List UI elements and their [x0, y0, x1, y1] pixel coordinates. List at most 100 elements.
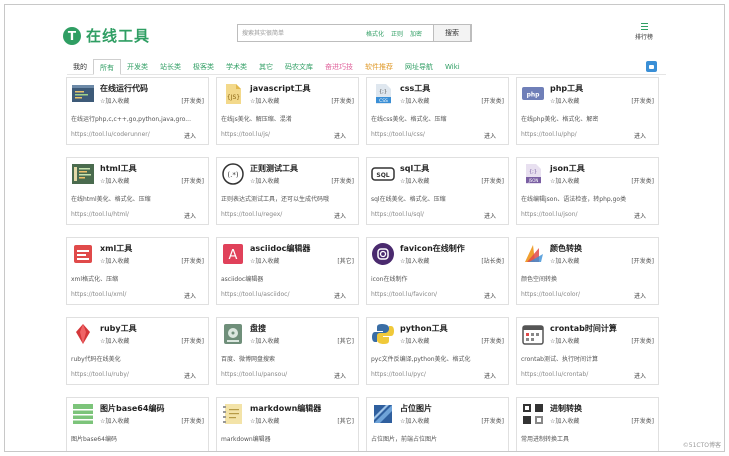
- add-favorite-link[interactable]: ☆加入收藏: [400, 96, 429, 105]
- enter-link[interactable]: 进入: [334, 291, 346, 300]
- tool-card[interactable]: 占位图片 ☆加入收藏 [开发类] 占位图片，前端占位图片: [366, 397, 509, 451]
- enter-link[interactable]: 进入: [184, 371, 196, 380]
- add-favorite-link[interactable]: ☆加入收藏: [250, 416, 279, 425]
- tool-title[interactable]: crontab时间计算: [550, 323, 617, 334]
- search-button[interactable]: 搜索: [433, 24, 471, 42]
- add-favorite-link[interactable]: ☆加入收藏: [100, 176, 129, 185]
- tab-0[interactable]: 我的: [67, 59, 93, 75]
- add-favorite-link[interactable]: ☆加入收藏: [400, 416, 429, 425]
- add-favorite-link[interactable]: ☆加入收藏: [550, 416, 579, 425]
- tab-6[interactable]: 其它: [253, 59, 279, 75]
- tool-title[interactable]: python工具: [400, 323, 448, 334]
- tool-card[interactable]: xml工具 ☆加入收藏 [开发类] xml格式化、压缩 https://tool.lu/…: [66, 237, 209, 305]
- tool-card[interactable]: Aasciidoc编辑器 ☆加入收藏 [其它] asciidoc编辑器 https://…: [216, 237, 359, 305]
- tool-card[interactable]: crontab时间计算 ☆加入收藏 [开发类] crontab测试、执行时间计算 htt…: [516, 317, 659, 385]
- chat-icon[interactable]: [646, 61, 657, 72]
- add-favorite-link[interactable]: ☆加入收藏: [400, 256, 429, 265]
- tool-card[interactable]: {;} JSON json工具 ☆加入收藏 [开发类] 在线编辑json、语法检查，转ph…: [516, 157, 659, 225]
- add-favorite-link[interactable]: ☆加入收藏: [250, 176, 279, 185]
- tool-category: [开发类]: [481, 338, 504, 345]
- add-favorite-link[interactable]: ☆加入收藏: [100, 96, 129, 105]
- tool-title[interactable]: 正则测试工具: [250, 163, 298, 174]
- tab-10[interactable]: 网址导航: [399, 59, 439, 75]
- tool-title[interactable]: markdown编辑器: [250, 403, 321, 414]
- tool-title[interactable]: ruby工具: [100, 323, 137, 334]
- add-favorite-link[interactable]: ☆加入收藏: [550, 176, 579, 185]
- enter-link[interactable]: 进入: [184, 291, 196, 300]
- add-favorite-link[interactable]: ☆加入收藏: [100, 416, 129, 425]
- tab-3[interactable]: 站长类: [154, 59, 187, 75]
- tab-4[interactable]: 极客类: [187, 59, 220, 75]
- enter-link[interactable]: 进入: [484, 371, 496, 380]
- tool-title[interactable]: 盘搜: [250, 323, 266, 334]
- enter-link[interactable]: 进入: [334, 131, 346, 140]
- tool-card[interactable]: 进制转换 ☆加入收藏 [开发类] 常用进制转换工具: [516, 397, 659, 451]
- tab-5[interactable]: 学术类: [220, 59, 253, 75]
- tab-2[interactable]: 开发类: [121, 59, 154, 75]
- search-link-encrypt[interactable]: 加密: [410, 29, 422, 38]
- tab-11[interactable]: Wiki: [439, 59, 466, 75]
- tool-title[interactable]: json工具: [550, 163, 585, 174]
- tool-card[interactable]: 在线运行代码 ☆加入收藏 [开发类] 在线运行php,c,c++,go,python,…: [66, 77, 209, 145]
- enter-link[interactable]: 进入: [634, 211, 646, 220]
- tool-card[interactable]: {;} CSS css工具 ☆加入收藏 [开发类] 在线css美化、格式化、压缩 https…: [366, 77, 509, 145]
- tool-card[interactable]: (.*) 正则测试工具 ☆加入收藏 [开发类] 正则表达式测试工具，还可以生成代码哦 ht…: [216, 157, 359, 225]
- add-favorite-link[interactable]: ☆加入收藏: [550, 96, 579, 105]
- tool-card[interactable]: 盘搜 ☆加入收藏 [其它] 百度、微博网盘搜索 https://tool.lu/pans…: [216, 317, 359, 385]
- add-favorite-link[interactable]: ☆加入收藏: [400, 336, 429, 345]
- site-logo[interactable]: T 在线工具: [63, 25, 150, 46]
- enter-link[interactable]: 进入: [334, 211, 346, 220]
- enter-link[interactable]: 进入: [334, 371, 346, 380]
- enter-link[interactable]: 进入: [484, 291, 496, 300]
- enter-link[interactable]: 进入: [634, 291, 646, 300]
- tool-card[interactable]: 图片base64编码 ☆加入收藏 [开发类] 图片base64编码: [66, 397, 209, 451]
- search-link-format[interactable]: 格式化: [366, 29, 384, 38]
- tab-1[interactable]: 所有: [93, 58, 121, 75]
- add-favorite-link[interactable]: ☆加入收藏: [250, 256, 279, 265]
- python-icon: [371, 322, 395, 346]
- js-file-icon: {JS}: [221, 82, 245, 106]
- enter-link[interactable]: 进入: [634, 371, 646, 380]
- tool-title[interactable]: css工具: [400, 83, 430, 94]
- tool-title[interactable]: favicon在线制作: [400, 243, 465, 254]
- tool-card[interactable]: favicon在线制作 ☆加入收藏 [站长类] icon在线制作 https://too…: [366, 237, 509, 305]
- tool-title[interactable]: xml工具: [100, 243, 132, 254]
- tool-title[interactable]: 图片base64编码: [100, 403, 164, 414]
- tool-title[interactable]: sql工具: [400, 163, 429, 174]
- search-link-regex[interactable]: 正则: [391, 29, 403, 38]
- tool-card[interactable]: ruby工具 ☆加入收藏 [开发类] ruby代码在线美化 https://tool.l…: [66, 317, 209, 385]
- search-input[interactable]: [238, 25, 366, 41]
- add-favorite-link[interactable]: ☆加入收藏: [100, 256, 129, 265]
- enter-link[interactable]: 进入: [484, 211, 496, 220]
- tool-title[interactable]: javascript工具: [250, 83, 311, 94]
- tool-card[interactable]: markdown编辑器 ☆加入收藏 [其它] markdown编辑器: [216, 397, 359, 451]
- tool-title[interactable]: 占位图片: [400, 403, 432, 414]
- tool-title[interactable]: php工具: [550, 83, 583, 94]
- add-favorite-link[interactable]: ☆加入收藏: [100, 336, 129, 345]
- tool-card[interactable]: python工具 ☆加入收藏 [开发类] pyc文件反编译,python美化、格式化 h…: [366, 317, 509, 385]
- add-favorite-link[interactable]: ☆加入收藏: [250, 96, 279, 105]
- tool-card[interactable]: SQL sql工具 ☆加入收藏 [开发类] sql在线美化、格式化、压缩 https://…: [366, 157, 509, 225]
- add-favorite-link[interactable]: ☆加入收藏: [400, 176, 429, 185]
- enter-link[interactable]: 进入: [484, 131, 496, 140]
- tab-8[interactable]: 奋进巧技: [319, 59, 359, 75]
- tool-title[interactable]: 进制转换: [550, 403, 582, 414]
- tab-7[interactable]: 码农文库: [279, 59, 319, 75]
- tool-card[interactable]: 颜色转换 ☆加入收藏 [开发类] 颜色空间转换 https://tool.lu/colo…: [516, 237, 659, 305]
- enter-link[interactable]: 进入: [634, 131, 646, 140]
- tool-title[interactable]: 在线运行代码: [100, 83, 148, 94]
- tool-card[interactable]: html工具 ☆加入收藏 [开发类] 在线html美化、格式化、压缩 https://t…: [66, 157, 209, 225]
- add-favorite-link[interactable]: ☆加入收藏: [550, 256, 579, 265]
- add-favorite-link[interactable]: ☆加入收藏: [250, 336, 279, 345]
- add-favorite-link[interactable]: ☆加入收藏: [550, 336, 579, 345]
- tool-description: 常用进制转换工具: [521, 436, 570, 443]
- tab-9[interactable]: 软件推荐: [359, 59, 399, 75]
- ranking-button[interactable]: 排行榜: [632, 23, 656, 41]
- enter-link[interactable]: 进入: [184, 211, 196, 220]
- enter-link[interactable]: 进入: [184, 131, 196, 140]
- tool-card[interactable]: php php工具 ☆加入收藏 [开发类] 在线php美化、格式化、解密 https://…: [516, 77, 659, 145]
- tool-card[interactable]: {JS} javascript工具 ☆加入收藏 [开发类] 在线js美化、解压缩、混淆 h…: [216, 77, 359, 145]
- tool-title[interactable]: 颜色转换: [550, 243, 582, 254]
- tool-title[interactable]: asciidoc编辑器: [250, 243, 310, 254]
- tool-title[interactable]: html工具: [100, 163, 137, 174]
